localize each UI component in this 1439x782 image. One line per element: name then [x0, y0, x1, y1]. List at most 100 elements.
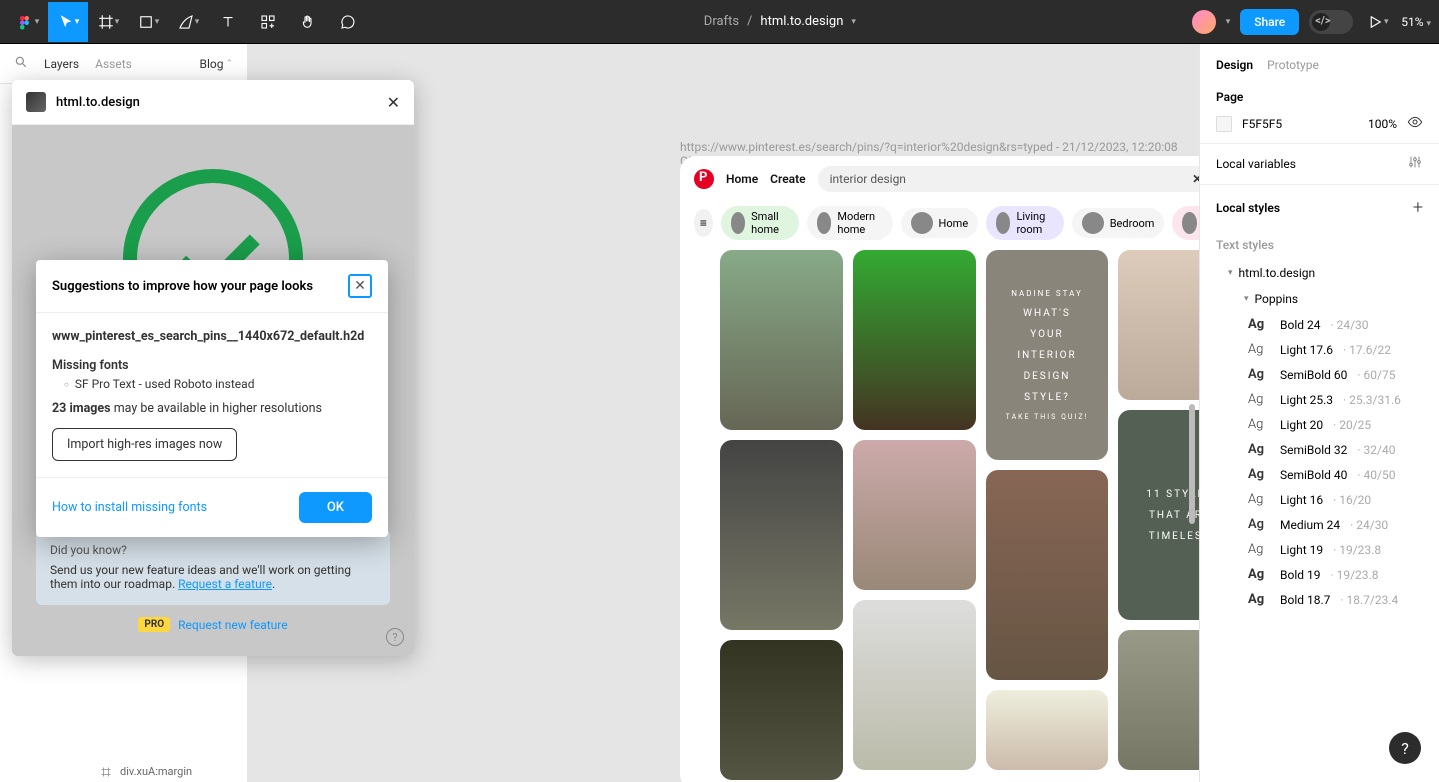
page-color-hex[interactable]: F5F5F5 [1242, 117, 1358, 131]
pin-card [1118, 630, 1199, 770]
help-fab[interactable]: ? [1389, 732, 1421, 764]
pin-card [853, 250, 976, 430]
close-icon[interactable]: ✕ [387, 93, 400, 112]
pro-badge: PRO [138, 617, 170, 632]
tree-root[interactable]: ▾html.to.design [1200, 260, 1439, 286]
style-name: SemiBold 32 [1280, 443, 1347, 457]
search-icon[interactable] [14, 55, 28, 72]
user-avatar[interactable] [1192, 10, 1216, 34]
text-style-row[interactable]: AgLight 20 · 20/25 [1200, 412, 1439, 437]
text-styles-label: Text styles [1200, 230, 1439, 260]
dev-mode-toggle[interactable]: </> [1309, 10, 1353, 34]
pin-card [1118, 250, 1199, 400]
present-button[interactable]: ▾ [1363, 2, 1391, 42]
suggestions-header: Suggestions to improve how your page loo… [36, 260, 388, 313]
tab-assets[interactable]: Assets [95, 57, 132, 71]
text-style-row[interactable]: AgBold 19 · 19/23.8 [1200, 562, 1439, 587]
comment-tool[interactable] [328, 2, 368, 42]
page-color-opacity[interactable]: 100% [1368, 117, 1397, 131]
text-style-row[interactable]: AgLight 25.3 · 25.3/31.6 [1200, 387, 1439, 412]
pen-tool[interactable]: ▾ [168, 2, 208, 42]
chip: Home [901, 208, 979, 238]
text-style-row[interactable]: AgSemiBold 60 · 60/75 [1200, 362, 1439, 387]
text-style-row[interactable]: Ag SemiBold 40 · 40/50 [1200, 462, 1439, 487]
style-name: Bold 18.7 [1280, 593, 1330, 607]
text-tool[interactable] [208, 2, 248, 42]
style-dim: · 32/40 [1357, 443, 1395, 457]
pinterest-chips: ≡ Small home Modern home Home Living roo… [680, 202, 1199, 250]
close-button[interactable]: ✕ [348, 274, 372, 298]
style-name: Light 25.3 [1280, 393, 1333, 407]
page-label: Page [1216, 90, 1423, 104]
toolbar-right: ▾ Share </> ▾ 51% ▾ [1192, 2, 1431, 42]
text-style-row[interactable]: AgBold 24 · 24/30 [1200, 312, 1439, 337]
shape-tool[interactable]: ▾ [128, 2, 168, 42]
tree-font[interactable]: ▾Poppins [1200, 286, 1439, 312]
tab-blog[interactable]: Blog ⌃ [199, 57, 233, 71]
request-new-feature-link[interactable]: Request new feature [178, 618, 287, 632]
pin-card [853, 600, 976, 770]
color-swatch[interactable] [1216, 116, 1232, 132]
text-style-row[interactable]: Ag Bold 18.7 · 18.7/23.4 [1200, 587, 1439, 612]
layer-item[interactable]: div.xuA:margin [100, 765, 192, 778]
left-panel-tabs: Layers Assets Blog ⌃ [0, 44, 247, 84]
did-you-know-card: Did you know? Send us your new feature i… [36, 529, 390, 605]
ag-preview: Ag [1248, 467, 1270, 482]
style-dim: · 24/30 [1330, 318, 1368, 332]
add-style-button[interactable]: + [1413, 197, 1423, 218]
images-note: 23 images may be available in higher res… [52, 401, 372, 416]
text-style-row[interactable]: AgLight 16 · 16/20 [1200, 487, 1439, 512]
style-dim: · 24/30 [1350, 518, 1388, 532]
visibility-icon[interactable] [1407, 114, 1423, 133]
settings-icon[interactable] [1407, 154, 1423, 174]
howto-link[interactable]: How to install missing fonts [52, 500, 207, 515]
style-dim: · 18.7/23.4 [1340, 593, 1398, 607]
style-name: Light 19 [1280, 543, 1323, 557]
suggestions-body: www_pinterest_es_search_pins__1440x672_d… [36, 313, 388, 477]
pin-card [986, 690, 1109, 770]
text-style-row[interactable]: AgMedium 24 · 24/30 [1200, 512, 1439, 537]
figma-menu[interactable]: ▾ [8, 2, 48, 42]
style-name: SemiBold 40 [1280, 468, 1347, 482]
help-icon[interactable]: ? [386, 628, 404, 646]
missing-fonts-label: Missing fonts [52, 358, 372, 373]
pin-card [720, 640, 843, 780]
style-name: Bold 24 [1280, 318, 1320, 332]
caret-down-icon: ▾ [1228, 268, 1233, 278]
resources-tool[interactable] [248, 2, 288, 42]
plugin-title: html.to.design [56, 95, 377, 110]
request-feature-link[interactable]: Request a feature [178, 577, 272, 591]
pro-row: PRO Request new feature [36, 617, 390, 632]
style-dim: · 40/50 [1357, 468, 1395, 482]
frame-tool[interactable]: ▾ [88, 2, 128, 42]
import-images-button[interactable]: Import high-res images now [52, 428, 237, 461]
nav-home: Home [726, 172, 758, 186]
tab-design[interactable]: Design [1216, 58, 1253, 72]
ag-preview: Ag [1248, 592, 1270, 607]
chip: Living room [986, 206, 1064, 240]
chip: Bedroom [1072, 208, 1165, 238]
hand-tool[interactable] [288, 2, 328, 42]
tab-prototype[interactable]: Prototype [1267, 58, 1319, 72]
filter-icon: ≡ [694, 209, 713, 237]
style-dim: · 19/23.8 [1330, 568, 1378, 582]
move-tool[interactable]: ▾ [48, 2, 88, 42]
pinterest-frame[interactable]: Home Create interior design✕ All Pins ▾ … [680, 156, 1199, 782]
share-button[interactable]: Share [1240, 9, 1299, 35]
tab-layers[interactable]: Layers [44, 57, 79, 71]
local-variables-section[interactable]: Local variables [1200, 144, 1439, 185]
chevron-down-icon: ▾ [851, 17, 856, 27]
text-style-row[interactable]: AgSemiBold 32 · 32/40 [1200, 437, 1439, 462]
breadcrumb[interactable]: Drafts / html.to.design ▾ [368, 14, 1192, 29]
ok-button[interactable]: OK [299, 492, 372, 523]
pin-card [720, 440, 843, 630]
pin-card [986, 470, 1109, 680]
ag-preview: Ag [1248, 392, 1270, 407]
scrollbar[interactable] [1189, 404, 1195, 524]
breadcrumb-parent: Drafts [704, 14, 739, 29]
text-style-row[interactable]: AgLight 17.6 · 17.6/22 [1200, 337, 1439, 362]
text-style-row[interactable]: AgLight 19 · 19/23.8 [1200, 537, 1439, 562]
missing-font-item: SF Pro Text - used Roboto instead [64, 377, 372, 391]
ag-preview: Ag [1248, 367, 1270, 382]
zoom-level[interactable]: 51% ▾ [1401, 15, 1431, 29]
